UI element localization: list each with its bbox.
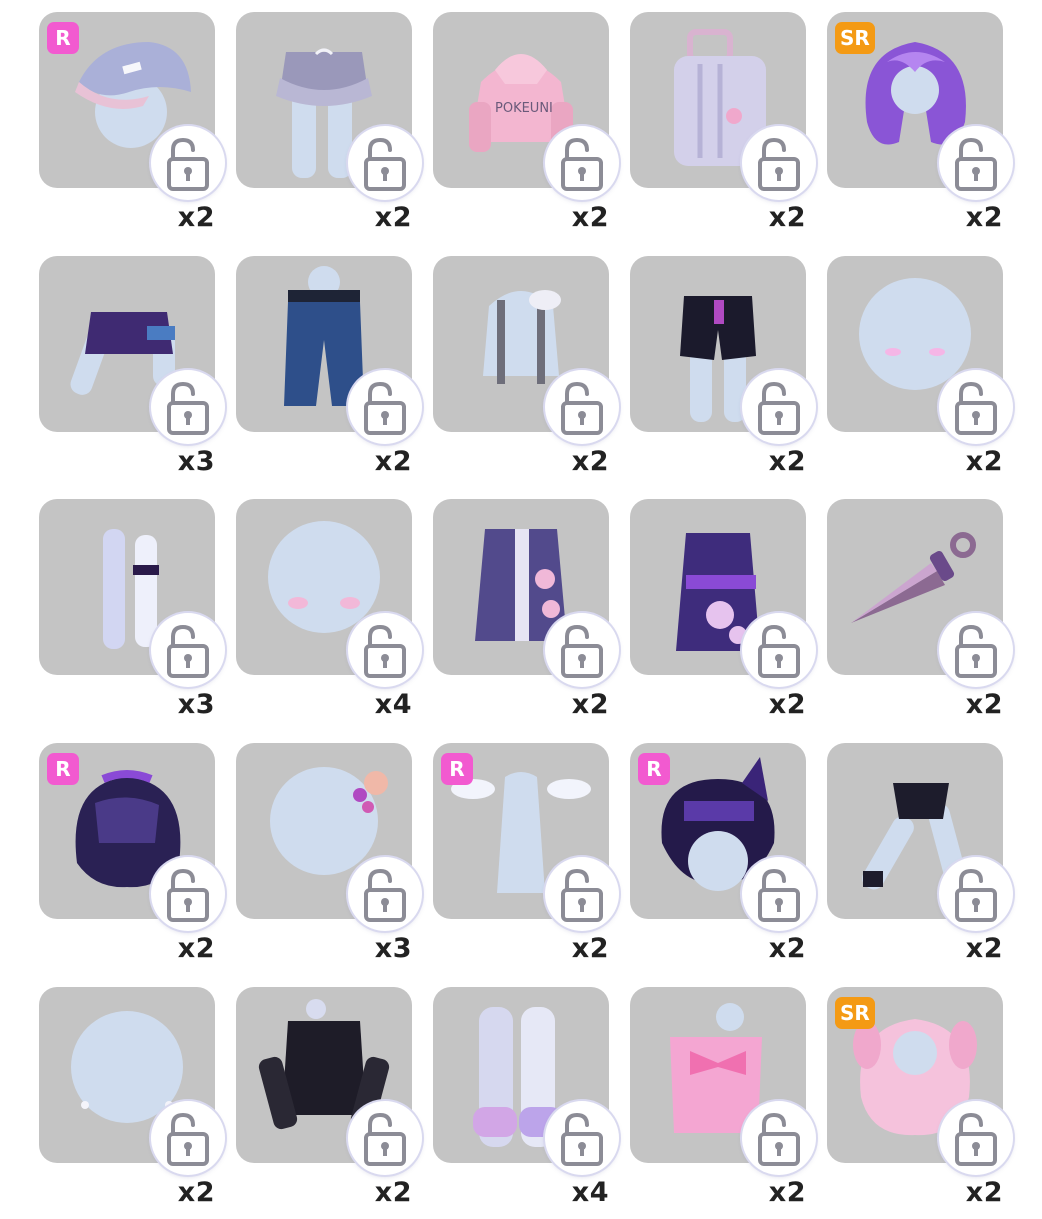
unlock-icon[interactable] bbox=[348, 857, 422, 931]
item-cell[interactable]: x4 bbox=[236, 499, 422, 731]
unlock-icon[interactable] bbox=[545, 126, 619, 200]
unlock-icon[interactable] bbox=[151, 857, 225, 931]
unlock-icon[interactable] bbox=[742, 370, 816, 444]
item-cell[interactable]: POKEUNI x2 bbox=[433, 12, 619, 244]
item-quantity: x3 bbox=[374, 933, 412, 964]
item-cell[interactable]: x2 bbox=[236, 987, 422, 1219]
rarity-badge: R bbox=[47, 753, 79, 785]
unlock-icon[interactable] bbox=[348, 126, 422, 200]
unlock-icon[interactable] bbox=[939, 370, 1013, 444]
item-quantity: x2 bbox=[768, 446, 806, 477]
item-cell[interactable]: x3 bbox=[39, 256, 225, 488]
item-cell[interactable]: x2 bbox=[433, 499, 619, 731]
item-quantity: x2 bbox=[374, 202, 412, 233]
item-quantity: x3 bbox=[177, 689, 215, 720]
unlock-icon[interactable] bbox=[742, 1101, 816, 1175]
item-cell[interactable]: x2 bbox=[630, 499, 816, 731]
item-quantity: x2 bbox=[177, 933, 215, 964]
unlock-icon[interactable] bbox=[742, 613, 816, 687]
svg-text:POKEUNI: POKEUNI bbox=[495, 101, 553, 116]
item-cell[interactable]: x2 bbox=[236, 256, 422, 488]
item-cell[interactable]: x2 bbox=[236, 12, 422, 244]
item-cell[interactable]: x4 bbox=[433, 987, 619, 1219]
item-quantity: x2 bbox=[768, 202, 806, 233]
item-quantity: x2 bbox=[768, 933, 806, 964]
item-cell[interactable]: R x2 bbox=[630, 743, 816, 975]
item-quantity: x2 bbox=[177, 1177, 215, 1208]
item-cell[interactable]: x2 bbox=[827, 499, 1013, 731]
item-quantity: x2 bbox=[177, 202, 215, 233]
rarity-badge: SR bbox=[835, 22, 875, 54]
item-quantity: x2 bbox=[571, 689, 609, 720]
item-quantity: x2 bbox=[374, 446, 412, 477]
rarity-badge: SR bbox=[835, 997, 875, 1029]
unlock-icon[interactable] bbox=[151, 126, 225, 200]
unlock-icon[interactable] bbox=[545, 1101, 619, 1175]
item-quantity: x2 bbox=[374, 1177, 412, 1208]
unlock-icon[interactable] bbox=[151, 370, 225, 444]
item-cell[interactable]: R x2 bbox=[39, 743, 225, 975]
item-quantity: x2 bbox=[965, 933, 1003, 964]
item-quantity: x4 bbox=[374, 689, 412, 720]
item-quantity: x2 bbox=[768, 1177, 806, 1208]
item-cell[interactable]: x2 bbox=[630, 12, 816, 244]
unlock-icon[interactable] bbox=[939, 613, 1013, 687]
unlock-icon[interactable] bbox=[545, 613, 619, 687]
item-cell[interactable]: R x2 bbox=[433, 743, 619, 975]
unlock-icon[interactable] bbox=[545, 857, 619, 931]
item-cell[interactable]: x2 bbox=[630, 987, 816, 1219]
item-cell[interactable]: SR x2 bbox=[827, 12, 1013, 244]
item-cell[interactable]: x3 bbox=[236, 743, 422, 975]
item-quantity: x3 bbox=[177, 446, 215, 477]
unlock-icon[interactable] bbox=[348, 1101, 422, 1175]
item-cell[interactable]: SR x2 bbox=[827, 987, 1013, 1219]
item-cell[interactable]: R x2 bbox=[39, 12, 225, 244]
item-cell[interactable]: x3 bbox=[39, 499, 225, 731]
unlock-icon[interactable] bbox=[545, 370, 619, 444]
item-quantity: x2 bbox=[965, 689, 1003, 720]
item-cell[interactable]: x2 bbox=[433, 256, 619, 488]
unlock-icon[interactable] bbox=[939, 857, 1013, 931]
item-quantity: x2 bbox=[571, 933, 609, 964]
item-cell[interactable]: x2 bbox=[630, 256, 816, 488]
rarity-badge: R bbox=[441, 753, 473, 785]
unlock-icon[interactable] bbox=[348, 613, 422, 687]
unlock-icon[interactable] bbox=[742, 126, 816, 200]
item-cell[interactable]: x2 bbox=[827, 743, 1013, 975]
item-quantity: x2 bbox=[965, 1177, 1003, 1208]
item-quantity: x4 bbox=[571, 1177, 609, 1208]
item-quantity: x2 bbox=[965, 446, 1003, 477]
item-cell[interactable]: x2 bbox=[827, 256, 1013, 488]
item-quantity: x2 bbox=[571, 446, 609, 477]
unlock-icon[interactable] bbox=[348, 370, 422, 444]
rarity-badge: R bbox=[638, 753, 670, 785]
unlock-icon[interactable] bbox=[742, 857, 816, 931]
unlock-icon[interactable] bbox=[939, 126, 1013, 200]
unlock-icon[interactable] bbox=[939, 1101, 1013, 1175]
item-quantity: x2 bbox=[571, 202, 609, 233]
unlock-icon[interactable] bbox=[151, 613, 225, 687]
item-quantity: x2 bbox=[768, 689, 806, 720]
item-quantity: x2 bbox=[965, 202, 1003, 233]
item-cell[interactable]: x2 bbox=[39, 987, 225, 1219]
rarity-badge: R bbox=[47, 22, 79, 54]
unlock-icon[interactable] bbox=[151, 1101, 225, 1175]
